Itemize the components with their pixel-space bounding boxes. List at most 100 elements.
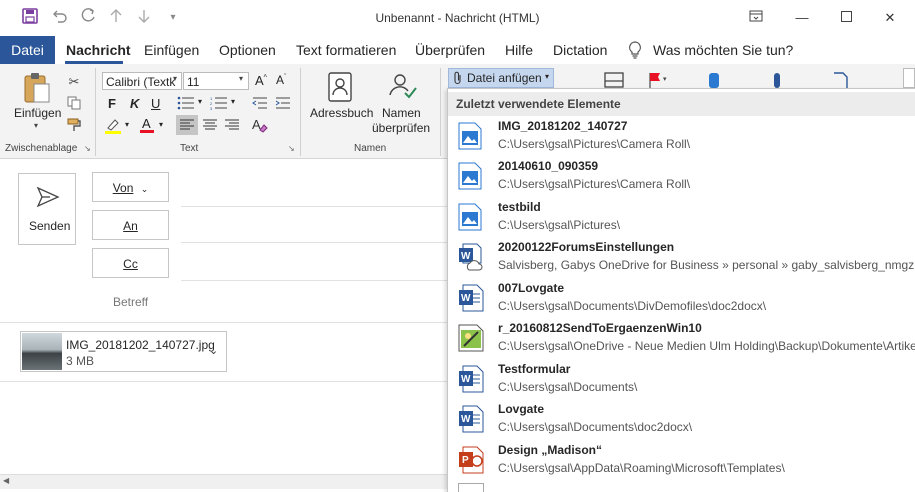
recent-item[interactable]: P Design „Madison“ C:\Users\gsal\AppData… bbox=[448, 440, 915, 480]
check-names-icon[interactable] bbox=[387, 71, 419, 106]
font-size-value: 11 bbox=[187, 75, 200, 89]
clipboard-group-label: Zwischenablage bbox=[5, 143, 78, 154]
recent-item[interactable]: testbild C:\Users\gsal\Pictures\ bbox=[448, 197, 915, 237]
attachment-name: IMG_20181202_140727.jpg bbox=[66, 338, 215, 352]
recent-item[interactable]: W 007Lovgate C:\Users\gsal\Documents\Div… bbox=[448, 278, 915, 318]
recent-item-name: 20140610_090359 bbox=[498, 159, 599, 173]
recent-item-path: Salvisberg, Gabys OneDrive for Business … bbox=[498, 258, 915, 272]
to-button[interactable]: An bbox=[92, 210, 169, 240]
send-label: Senden bbox=[29, 219, 71, 233]
from-label: Von bbox=[112, 181, 134, 195]
text-group-label: Text bbox=[180, 143, 199, 154]
grow-font-icon[interactable]: A^ bbox=[255, 73, 267, 88]
tab-einfuegen[interactable]: Einfügen bbox=[144, 42, 199, 58]
attach-file-chevron-icon: ▾ bbox=[545, 72, 550, 81]
tab-ueberpruefen[interactable]: Überprüfen bbox=[415, 42, 485, 58]
window-title: Unbenannt - Nachricht (HTML) bbox=[375, 11, 540, 25]
attachment-divider bbox=[0, 381, 447, 382]
font-name-chevron-icon[interactable]: ▾ bbox=[173, 74, 177, 83]
bullets-icon[interactable] bbox=[177, 96, 195, 113]
recent-item-path: C:\Users\gsal\OneDrive - Neue Medien Ulm… bbox=[498, 339, 915, 353]
to-label: An bbox=[123, 219, 138, 233]
tab-datei[interactable]: Datei bbox=[0, 36, 55, 64]
from-chevron-icon: ⌄ bbox=[140, 184, 149, 194]
close-icon[interactable]: ✕ bbox=[876, 8, 904, 28]
recent-item[interactable]: 20140610_090359 C:\Users\gsal\Pictures\C… bbox=[448, 156, 915, 196]
clear-formatting-icon[interactable]: A bbox=[251, 116, 269, 137]
recent-item-name: Design „Madison“ bbox=[498, 443, 603, 457]
recent-item[interactable]: r_20160812SendToErgaenzenWin10 C:\Users\… bbox=[448, 318, 915, 358]
numbering-icon[interactable]: 123 bbox=[210, 96, 228, 113]
text-launcher-icon[interactable]: ↘ bbox=[288, 144, 295, 153]
recent-items-dropdown: Zuletzt verwendete Elemente IMG_20181202… bbox=[447, 88, 915, 492]
recent-item[interactable]: W Lovgate C:\Users\gsal\Documents\doc2do… bbox=[448, 399, 915, 439]
recent-item[interactable]: W 20200122ForumsEinstellungen Salvisberg… bbox=[448, 237, 915, 277]
cc-button[interactable]: Cc bbox=[92, 248, 169, 278]
attach-file-label: Datei anfügen bbox=[467, 71, 542, 85]
to-input[interactable] bbox=[181, 210, 447, 240]
svg-text:W: W bbox=[461, 251, 471, 262]
highlight-icon[interactable] bbox=[104, 117, 122, 138]
bullets-chevron-icon[interactable]: ▾ bbox=[198, 97, 202, 106]
align-center-icon[interactable] bbox=[202, 119, 218, 134]
recent-item-path: C:\Users\gsal\Documents\DivDemofiles\doc… bbox=[498, 299, 767, 313]
recent-items-header: Zuletzt verwendete Elemente bbox=[448, 92, 915, 116]
clipboard-launcher-icon[interactable]: ↘ bbox=[84, 144, 91, 153]
paste-dropdown-chevron[interactable]: ▾ bbox=[34, 121, 38, 130]
recent-item-path: C:\Users\gsal\Documents\ bbox=[498, 380, 638, 394]
image-file-icon bbox=[458, 203, 482, 231]
word-cloud-file-icon: W bbox=[458, 243, 483, 271]
scroll-left-icon[interactable]: ◀ bbox=[3, 476, 9, 485]
address-book-button[interactable]: Adressbuch bbox=[310, 106, 373, 120]
paste-label[interactable]: Einfügen bbox=[14, 106, 61, 120]
send-icon bbox=[36, 186, 60, 211]
word-file-icon: W bbox=[458, 365, 484, 393]
cc-field-divider bbox=[181, 280, 451, 281]
paste-icon[interactable] bbox=[22, 72, 52, 107]
font-name-combo[interactable]: Calibri (Textk bbox=[102, 72, 182, 90]
send-button[interactable]: Senden bbox=[18, 173, 76, 245]
from-field-divider bbox=[181, 206, 451, 207]
recent-item[interactable]: IMG_20181202_140727 C:\Users\gsal\Pictur… bbox=[448, 116, 915, 156]
tell-me-search[interactable]: Was möchten Sie tun? bbox=[653, 42, 793, 58]
ribbon-scroll-button[interactable] bbox=[903, 68, 915, 88]
increase-indent-icon[interactable] bbox=[275, 96, 291, 113]
address-book-icon[interactable] bbox=[327, 72, 353, 105]
align-left-button[interactable] bbox=[176, 115, 198, 135]
decrease-indent-icon[interactable] bbox=[252, 96, 268, 113]
attachment-chip[interactable]: IMG_20181202_140727.jpg 3 MB ⌄ bbox=[20, 331, 227, 372]
tab-hilfe[interactable]: Hilfe bbox=[505, 42, 533, 58]
font-size-chevron-icon[interactable]: ▾ bbox=[239, 74, 243, 83]
ribbon-display-options-icon[interactable] bbox=[742, 8, 770, 28]
from-button[interactable]: Von ⌄ bbox=[92, 172, 169, 202]
check-names-label-2[interactable]: überprüfen bbox=[372, 121, 430, 135]
check-names-label-1[interactable]: Namen bbox=[382, 106, 421, 120]
underline-button[interactable]: U bbox=[151, 96, 160, 111]
attach-file-button[interactable]: Datei anfügen ▾ bbox=[448, 68, 554, 88]
format-painter-icon[interactable] bbox=[66, 118, 82, 134]
tab-nachricht[interactable]: Nachricht bbox=[66, 42, 131, 58]
horizontal-scrollbar[interactable]: ◀ bbox=[0, 474, 447, 489]
maximize-icon[interactable] bbox=[832, 8, 860, 28]
copy-icon[interactable] bbox=[66, 96, 82, 112]
numbering-chevron-icon[interactable]: ▾ bbox=[231, 97, 235, 106]
tab-text-formatieren[interactable]: Text formatieren bbox=[296, 42, 396, 58]
align-right-icon[interactable] bbox=[224, 119, 240, 134]
highlight-chevron-icon[interactable]: ▾ bbox=[125, 120, 129, 129]
minimize-icon[interactable]: — bbox=[788, 8, 816, 28]
tab-optionen[interactable]: Optionen bbox=[219, 42, 276, 58]
attachment-chevron-icon[interactable]: ⌄ bbox=[209, 344, 218, 357]
recent-item-name: testbild bbox=[498, 200, 541, 214]
font-color-icon[interactable]: A bbox=[139, 116, 155, 137]
italic-button[interactable]: K bbox=[130, 96, 139, 111]
font-color-chevron-icon[interactable]: ▾ bbox=[159, 120, 163, 129]
recent-item-name: r_20160812SendToErgaenzenWin10 bbox=[498, 321, 702, 335]
cc-input[interactable] bbox=[181, 248, 447, 278]
tab-dictation[interactable]: Dictation bbox=[553, 42, 607, 58]
recent-item[interactable]: W Testformular C:\Users\gsal\Documents\ bbox=[448, 359, 915, 399]
svg-text:W: W bbox=[461, 414, 471, 425]
bold-button[interactable]: F bbox=[108, 96, 116, 111]
cut-icon[interactable]: ✂ bbox=[66, 74, 82, 90]
subject-input[interactable]: Betreff bbox=[113, 295, 148, 309]
shrink-font-icon[interactable]: Aˇ bbox=[276, 73, 286, 87]
